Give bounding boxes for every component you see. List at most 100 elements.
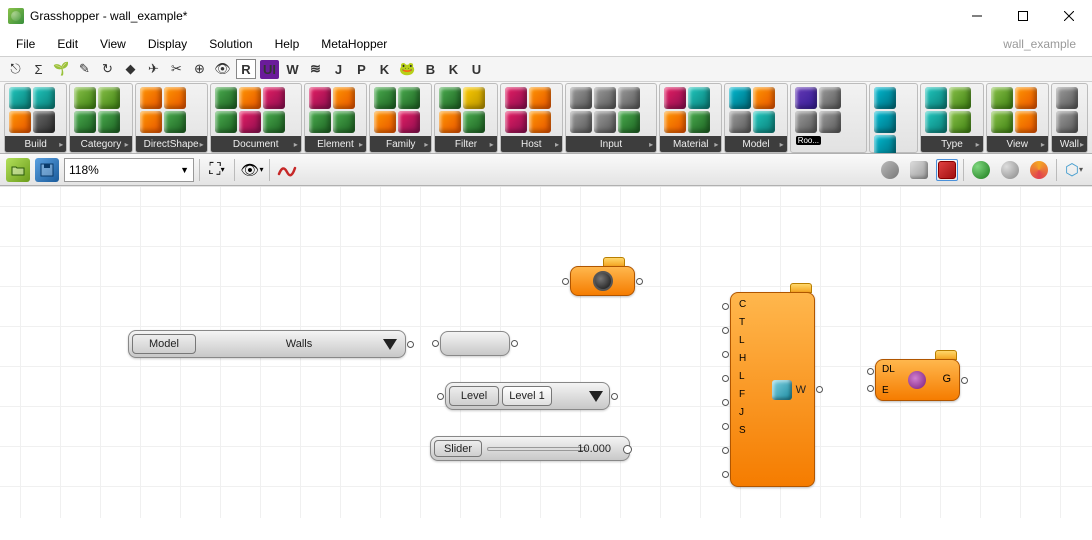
component-icon[interactable] bbox=[1056, 111, 1078, 133]
component-icon[interactable] bbox=[140, 87, 162, 109]
component-icon[interactable] bbox=[594, 111, 616, 133]
ribbon-panel-label[interactable]: Category▸ bbox=[70, 136, 131, 152]
tabstrip-icon[interactable]: ↻ bbox=[98, 60, 117, 79]
input-port[interactable] bbox=[867, 385, 874, 392]
component-icon[interactable] bbox=[505, 87, 527, 109]
preview-toggle-2[interactable] bbox=[998, 158, 1022, 182]
component-icon[interactable] bbox=[309, 87, 331, 109]
component-icon[interactable] bbox=[753, 111, 775, 133]
tab-B[interactable]: B bbox=[421, 60, 440, 79]
tabstrip-icon[interactable]: ⎋ bbox=[6, 60, 25, 79]
tab-🐸[interactable]: 🐸 bbox=[398, 60, 417, 79]
component-icon[interactable] bbox=[529, 87, 551, 109]
component-icon[interactable] bbox=[140, 111, 162, 133]
tabstrip-icon[interactable]: ◆ bbox=[121, 60, 140, 79]
ribbon-panel-label[interactable]: Build▸ bbox=[5, 136, 66, 152]
component-icon[interactable] bbox=[398, 111, 420, 133]
preview-toggle-1[interactable] bbox=[969, 158, 993, 182]
input-port[interactable] bbox=[722, 471, 729, 478]
component-icon[interactable] bbox=[795, 111, 817, 133]
component-icon[interactable] bbox=[594, 87, 616, 109]
tab-U[interactable]: U bbox=[467, 60, 486, 79]
ribbon-panel-label[interactable]: Document▸ bbox=[211, 136, 301, 152]
component-icon[interactable] bbox=[570, 87, 592, 109]
component-icon[interactable] bbox=[505, 111, 527, 133]
component-icon[interactable] bbox=[239, 111, 261, 133]
component-icon[interactable] bbox=[74, 87, 96, 109]
menu-metahopper[interactable]: MetaHopper bbox=[311, 35, 397, 53]
component-icon[interactable] bbox=[925, 87, 947, 109]
component-icon[interactable] bbox=[309, 111, 331, 133]
component-icon[interactable] bbox=[33, 111, 55, 133]
ribbon-panel-label[interactable]: Element▸ bbox=[305, 136, 366, 152]
tab-W[interactable]: W bbox=[283, 60, 302, 79]
tabstrip-icon[interactable]: ✈ bbox=[144, 60, 163, 79]
curve-component[interactable] bbox=[570, 266, 635, 296]
ribbon-panel-label[interactable]: Filter▸ bbox=[435, 136, 496, 152]
component-icon[interactable] bbox=[991, 111, 1013, 133]
component-icon[interactable] bbox=[439, 87, 461, 109]
component-icon[interactable] bbox=[819, 111, 841, 133]
tab-J[interactable]: J bbox=[329, 60, 348, 79]
component-icon[interactable] bbox=[164, 111, 186, 133]
component-icon[interactable] bbox=[439, 111, 461, 133]
tab-K[interactable]: K bbox=[444, 60, 463, 79]
display-mode-1[interactable] bbox=[878, 158, 902, 182]
open-file-button[interactable] bbox=[6, 158, 30, 182]
output-port[interactable] bbox=[611, 393, 618, 400]
tabstrip-icon[interactable]: Σ bbox=[29, 60, 48, 79]
chevron-down-icon[interactable] bbox=[383, 339, 397, 350]
input-port[interactable] bbox=[722, 303, 729, 310]
ribbon-panel-label[interactable]: Family▸ bbox=[370, 136, 431, 152]
component-icon[interactable] bbox=[463, 87, 485, 109]
component-icon[interactable] bbox=[570, 111, 592, 133]
close-button[interactable] bbox=[1046, 0, 1092, 32]
component-icon[interactable] bbox=[374, 111, 396, 133]
menu-display[interactable]: Display bbox=[138, 35, 197, 53]
room-button[interactable]: Roo... bbox=[795, 135, 817, 154]
component-icon[interactable] bbox=[164, 87, 186, 109]
component-icon[interactable] bbox=[239, 87, 261, 109]
component-icon[interactable] bbox=[925, 111, 947, 133]
component-icon[interactable] bbox=[529, 111, 551, 133]
menu-file[interactable]: File bbox=[6, 35, 45, 53]
param-placeholder[interactable] bbox=[440, 331, 510, 356]
component-icon[interactable] bbox=[463, 111, 485, 133]
component-icon[interactable] bbox=[688, 111, 710, 133]
sketch-button[interactable] bbox=[275, 158, 299, 182]
component-icon[interactable] bbox=[98, 111, 120, 133]
value-list-level[interactable]: Level Level 1 bbox=[445, 382, 610, 410]
component-icon[interactable] bbox=[664, 87, 686, 109]
input-port[interactable] bbox=[722, 375, 729, 382]
zoom-extents-button[interactable]: ⛶▾ bbox=[205, 158, 229, 182]
output-port[interactable] bbox=[816, 386, 823, 393]
wall-component[interactable]: CTLHLFJS W bbox=[730, 292, 815, 487]
component-icon[interactable] bbox=[753, 87, 775, 109]
component-icon[interactable] bbox=[1015, 111, 1037, 133]
component-icon[interactable] bbox=[215, 87, 237, 109]
preview-toggle-3[interactable] bbox=[1027, 158, 1051, 182]
input-port[interactable] bbox=[437, 393, 444, 400]
tabstrip-icon[interactable]: ✎ bbox=[75, 60, 94, 79]
tab-ui[interactable]: UI bbox=[260, 60, 279, 79]
component-icon[interactable] bbox=[874, 111, 896, 133]
canvas[interactable]: Model Walls Level Level 1 Slider 10.000 bbox=[0, 186, 1092, 518]
value-list-walls[interactable]: Model Walls bbox=[128, 330, 406, 358]
menu-edit[interactable]: Edit bbox=[47, 35, 88, 53]
component-icon[interactable] bbox=[9, 87, 31, 109]
menu-solution[interactable]: Solution bbox=[199, 35, 262, 53]
component-icon[interactable] bbox=[618, 87, 640, 109]
input-port[interactable] bbox=[722, 351, 729, 358]
component-icon[interactable] bbox=[949, 87, 971, 109]
component-icon[interactable] bbox=[874, 87, 896, 109]
output-port[interactable] bbox=[961, 377, 968, 384]
component-icon[interactable] bbox=[664, 111, 686, 133]
zoom-select[interactable]: 118% ▼ bbox=[64, 158, 194, 182]
hex-preview[interactable]: ⬡▾ bbox=[1062, 158, 1086, 182]
display-mode-2[interactable] bbox=[907, 158, 931, 182]
component-icon[interactable] bbox=[215, 111, 237, 133]
input-port[interactable] bbox=[722, 399, 729, 406]
input-port[interactable] bbox=[432, 340, 439, 347]
tab-P[interactable]: P bbox=[352, 60, 371, 79]
maximize-button[interactable] bbox=[1000, 0, 1046, 32]
